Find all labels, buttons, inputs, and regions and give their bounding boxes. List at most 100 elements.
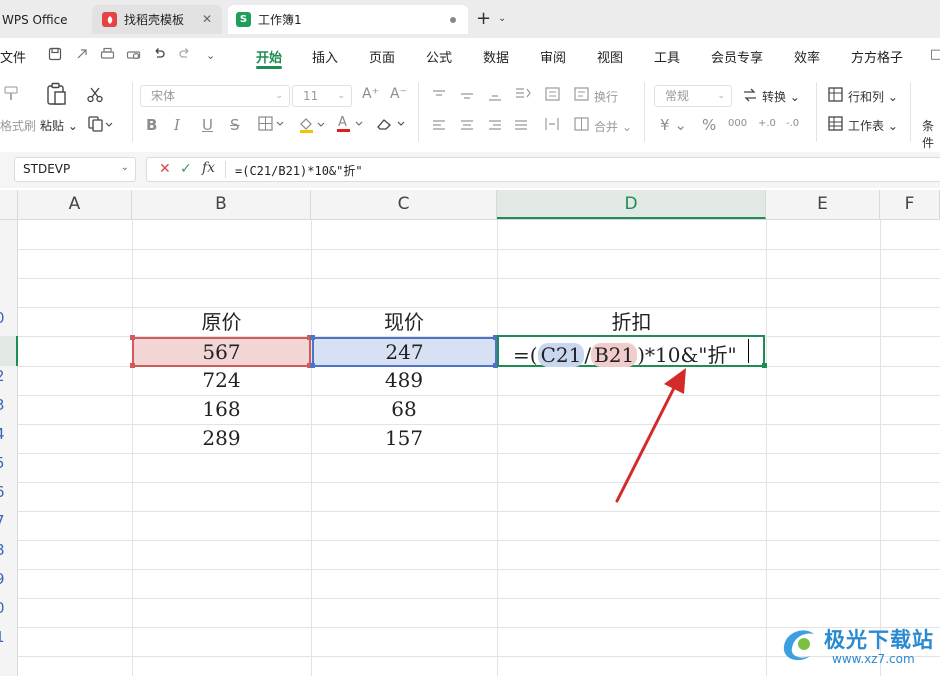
cell-c21[interactable]: 247 [312,337,497,367]
format-painter-icon[interactable] [2,84,22,108]
fill-color-icon[interactable] [298,116,328,138]
justify-icon[interactable] [514,118,528,136]
undo-icon[interactable] [152,47,166,65]
new-tab-button[interactable]: + [476,10,491,28]
menu-insert[interactable]: 插入 [312,47,338,66]
cell-d20-header[interactable]: 折扣 [497,308,766,337]
menu-view[interactable]: 视图 [597,47,623,66]
tab-wps-office[interactable]: WPS Office [0,5,86,34]
align-center-icon[interactable] [460,118,474,136]
worksheet-icon[interactable] [828,116,844,136]
cut-icon[interactable] [86,86,104,108]
tab-docer-templates[interactable]: 找稻壳模板 ✕ [92,5,222,34]
copy-icon[interactable] [88,116,114,136]
number-format-select[interactable]: 常规 ⌄ [654,85,732,107]
print-icon[interactable] [100,47,115,65]
font-name-select[interactable]: 宋体 ⌄ [140,85,290,107]
selection-handle[interactable] [310,335,315,340]
decrease-font-icon[interactable]: A⁻ [390,86,407,102]
conditional-format-button[interactable]: 条件 [922,117,940,151]
row-header[interactable]: 6 [0,483,13,501]
menu-review[interactable]: 审阅 [540,47,566,66]
export-icon[interactable] [75,47,89,65]
column-header-f[interactable]: F [880,190,940,219]
font-color-icon[interactable]: A [336,114,366,138]
tab-workbook[interactable]: S 工作簿1 [228,5,468,34]
row-header[interactable]: 9 [0,570,13,588]
cell-c24[interactable]: 157 [311,424,497,453]
menu-fangfang[interactable]: 方方格子 [851,47,903,66]
close-icon[interactable]: ✕ [200,12,214,26]
name-box[interactable]: STDEVP ⌄ [14,157,136,182]
cell-b21[interactable]: 567 [132,337,311,367]
menu-tools[interactable]: 工具 [654,47,680,66]
clear-format-icon[interactable] [376,116,408,136]
redo-icon[interactable] [178,47,192,65]
formula-input[interactable]: ✕ ✓ fx =(C21/B21)*10&"折" [146,157,940,182]
selection-handle[interactable] [130,335,135,340]
menu-page[interactable]: 页面 [369,47,395,66]
thousands-separator-icon[interactable]: 000 [728,118,747,129]
paste-button[interactable]: 粘贴 ⌄ [40,117,78,134]
insert-function-icon[interactable]: fx [202,160,215,176]
save-icon[interactable] [48,47,62,65]
column-header-a[interactable]: A [18,190,132,219]
increase-font-icon[interactable]: A⁺ [362,86,379,102]
merge-cells-icon[interactable] [574,116,590,136]
align-top-icon[interactable] [432,88,446,106]
align-right-icon[interactable] [488,118,502,136]
row-column-icon[interactable] [828,87,844,107]
confirm-icon[interactable]: ✓ [180,161,192,177]
chevron-down-icon[interactable]: ⌄ [498,13,506,24]
cell-c23[interactable]: 68 [311,395,497,424]
cell-b20-header[interactable]: 原价 [132,308,311,337]
menu-data[interactable]: 数据 [483,47,509,66]
column-header-d[interactable]: D [497,190,766,219]
percent-icon[interactable]: % [702,116,716,134]
fill-handle[interactable] [762,363,767,368]
borders-icon[interactable] [258,116,286,136]
menu-file[interactable]: 文件 [0,47,26,66]
menu-formulas[interactable]: 公式 [426,47,452,66]
decrease-decimal-icon[interactable]: -.0 [786,118,799,129]
paste-icon[interactable] [46,82,68,110]
wrap-text-icon[interactable] [574,86,590,106]
convert-button[interactable]: 转换 ⌄ [762,88,800,105]
underline-icon[interactable]: U [202,116,213,134]
font-size-select[interactable]: 11 ⌄ [292,85,352,107]
indent-icon[interactable] [544,86,562,106]
italic-icon[interactable]: I [174,116,180,134]
column-header-c[interactable]: C [311,190,497,219]
cancel-icon[interactable]: ✕ [159,161,171,177]
row-header[interactable]: 2 [0,367,13,385]
cell-c20-header[interactable]: 现价 [311,308,497,337]
increase-decimal-icon[interactable]: +.0 [758,118,776,129]
cell-c22[interactable]: 489 [311,366,497,395]
currency-icon[interactable]: ¥ ⌄ [660,116,687,134]
print-preview-icon[interactable] [126,47,141,65]
cell-b22[interactable]: 724 [132,366,311,395]
menu-membership[interactable]: 会员专享 [711,47,763,66]
select-all-corner[interactable] [0,190,18,219]
align-left-icon[interactable] [432,118,446,136]
distributed-icon[interactable] [544,116,560,136]
orientation-icon[interactable] [514,86,532,106]
row-header[interactable]: 4 [0,425,13,443]
align-middle-icon[interactable] [460,88,474,106]
convert-icon[interactable] [742,87,758,107]
cell-b23[interactable]: 168 [132,395,311,424]
menu-overflow-icon[interactable]: □ [930,47,940,62]
row-header[interactable]: 3 [0,396,13,414]
bold-icon[interactable]: B [146,116,157,134]
menu-home[interactable]: 开始 [256,47,282,66]
row-header[interactable]: 1 [0,628,13,646]
row-header[interactable]: 8 [0,541,13,559]
format-painter-button[interactable]: 格式刷 [0,117,36,134]
more-icon[interactable]: ⌄ [206,49,215,62]
wrap-text-button[interactable]: 换行 [594,88,618,105]
column-header-e[interactable]: E [766,190,880,219]
column-header-b[interactable]: B [132,190,311,219]
row-header[interactable]: 5 [0,454,13,472]
row-column-button[interactable]: 行和列 ⌄ [848,88,898,105]
row-header[interactable]: 0 [0,309,13,327]
